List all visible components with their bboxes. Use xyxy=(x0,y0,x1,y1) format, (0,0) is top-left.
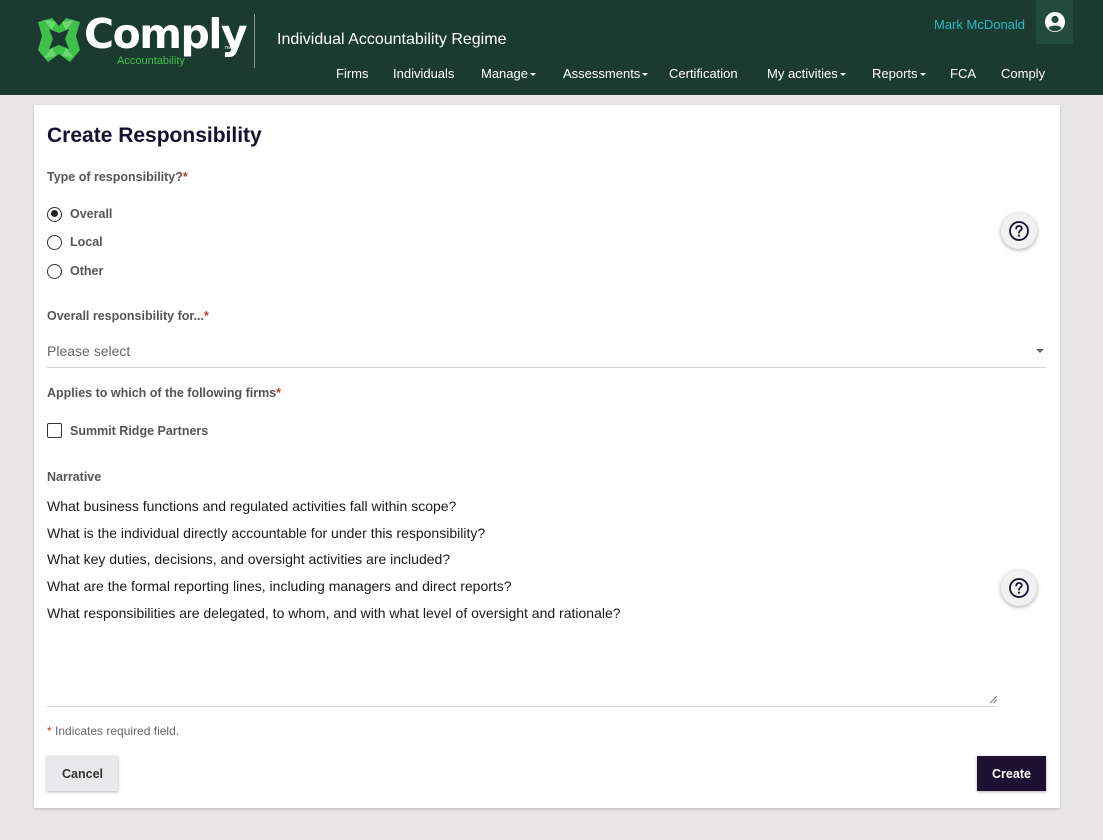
applies-to-firms-label: Applies to which of the following firms* xyxy=(47,386,281,400)
nav-certification[interactable]: Certification xyxy=(669,66,738,84)
user-name-link[interactable]: Mark McDonald xyxy=(934,17,1025,32)
type-help-button[interactable] xyxy=(1001,213,1037,249)
nav-label: Firms xyxy=(336,66,369,81)
logo-wordmark: Comply xyxy=(84,10,248,58)
radio-label: Overall xyxy=(70,207,113,221)
overall-responsibility-select[interactable]: Please select xyxy=(47,335,1046,368)
checkbox-label: Summit Ridge Partners xyxy=(70,423,209,438)
help-circle-icon xyxy=(1009,221,1029,241)
radio-local[interactable]: Local xyxy=(47,233,103,251)
user-menu-button[interactable] xyxy=(1036,0,1073,44)
required-asterisk: * xyxy=(276,386,282,400)
nav-manage[interactable]: Manage xyxy=(481,66,536,84)
label-text: Overall responsibility for... xyxy=(47,309,204,323)
nav-individuals[interactable]: Individuals xyxy=(393,66,454,84)
cancel-button[interactable]: Cancel xyxy=(47,756,118,791)
dropdown-caret-icon xyxy=(1036,349,1044,353)
select-value: Please select xyxy=(47,343,131,359)
logo-subtitle: Accountability xyxy=(117,55,185,67)
logo-trademark: ™ xyxy=(224,46,231,53)
required-asterisk: * xyxy=(204,309,209,323)
chevron-down-icon xyxy=(839,73,846,77)
comply-logo[interactable]: Comply ™ Accountability xyxy=(34,10,248,70)
help-circle-icon xyxy=(1009,578,1029,598)
create-responsibility-card: Create Responsibility Type of responsibi… xyxy=(34,105,1060,808)
chevron-down-icon xyxy=(529,73,536,77)
narrative-line: What key duties, decisions, and oversigh… xyxy=(47,551,451,567)
note-text: Indicates required field. xyxy=(55,724,180,738)
nav-my-activities[interactable]: My activities xyxy=(767,66,846,84)
chevron-down-icon xyxy=(642,73,649,77)
label-text: Type of responsibility? xyxy=(47,170,183,184)
required-asterisk: * xyxy=(182,170,188,184)
narrative-line: What business functions and regulated ac… xyxy=(47,498,457,514)
checkbox[interactable] xyxy=(47,423,62,438)
nav-reports[interactable]: Reports xyxy=(872,66,926,84)
nav-label: Comply xyxy=(1001,66,1046,81)
app-title: Individual Accountability Regime xyxy=(277,31,507,48)
radio-label: Local xyxy=(70,235,103,249)
firm-checkbox-summit-ridge[interactable]: Summit Ridge Partners xyxy=(47,423,208,438)
user-circle-icon xyxy=(1044,12,1065,32)
overall-responsibility-label: Overall responsibility for...* xyxy=(47,309,209,323)
nav-label: Certification xyxy=(669,66,738,81)
nav-assessments[interactable]: Assessments xyxy=(563,66,649,84)
radio-button[interactable] xyxy=(47,234,62,250)
radio-overall[interactable]: Overall xyxy=(47,205,112,223)
narrative-line: What is the individual directly accounta… xyxy=(47,525,486,541)
chevron-down-icon xyxy=(919,73,926,77)
page-title: Create Responsibility xyxy=(47,124,262,147)
header-divider xyxy=(254,14,255,68)
narrative-line: What responsibilities are delegated, to … xyxy=(47,605,621,621)
top-navbar: Comply ™ Accountability Individual Accou… xyxy=(0,0,1103,95)
nav-comply[interactable]: Comply xyxy=(1001,66,1045,84)
nav-fca[interactable]: FCA xyxy=(950,66,976,84)
radio-button[interactable] xyxy=(47,263,62,279)
required-field-note: * Indicates required field. xyxy=(47,724,179,738)
narrative-help-button[interactable] xyxy=(1001,570,1037,606)
label-text: Applies to which of the following firms xyxy=(47,386,277,400)
type-of-responsibility-label: Type of responsibility?* xyxy=(47,170,188,184)
resize-handle-icon[interactable] xyxy=(989,695,998,704)
radio-label: Other xyxy=(70,264,104,278)
nav-firms[interactable]: Firms xyxy=(336,66,369,84)
narrative-textarea[interactable]: What business functions and regulated ac… xyxy=(47,495,998,707)
create-button[interactable]: Create xyxy=(977,756,1046,791)
nav-label: Assessments xyxy=(563,66,641,81)
narrative-line: What are the formal reporting lines, inc… xyxy=(47,578,512,594)
nav-label: FCA xyxy=(950,66,976,81)
nav-label: Individuals xyxy=(393,66,455,81)
nav-label: Reports xyxy=(872,66,918,81)
radio-other[interactable]: Other xyxy=(47,262,103,280)
required-asterisk: * xyxy=(47,724,52,738)
radio-button-checked[interactable] xyxy=(47,206,62,222)
comply-logo-icon xyxy=(38,18,80,62)
nav-label: Manage xyxy=(481,66,528,81)
nav-label: My activities xyxy=(767,66,838,81)
narrative-label: Narrative xyxy=(47,470,102,484)
